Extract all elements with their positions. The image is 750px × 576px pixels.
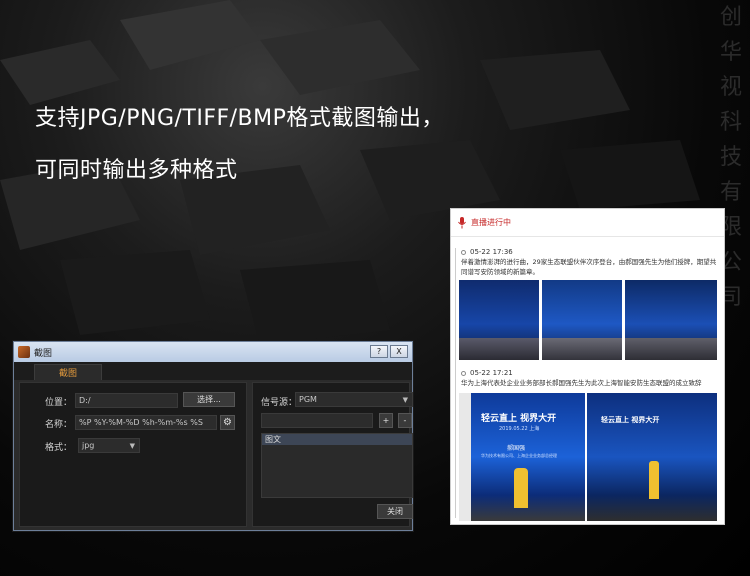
slide-speaker: 郝国强 — [507, 445, 526, 452]
headline: 支持JPG/PNG/TIFF/BMP格式截图输出， 可同时输出多种格式 — [35, 100, 444, 200]
photo-stage-1[interactable] — [459, 280, 539, 360]
speaker-figure-2 — [649, 461, 659, 499]
source-select[interactable]: PGM ▼ — [295, 392, 413, 407]
source-label: 信号源： — [261, 398, 298, 408]
timeline-dot-icon — [461, 249, 466, 255]
settings-pane: 位置： D:/ 选择... 名称： %P %Y-%M-%D %h-%m-%s %… — [19, 382, 247, 527]
remove-button[interactable]: - — [398, 413, 412, 428]
chevron-down-icon: ▼ — [402, 395, 408, 404]
add-button[interactable]: + — [379, 413, 393, 428]
format-value: jpg — [82, 441, 95, 450]
source-name-input[interactable] — [261, 413, 373, 428]
photo-speaker[interactable]: 轻云直上 视界大开 2019.05.22 上海 郝国强 华为技术有限公司、上海企… — [459, 393, 585, 521]
close-window-button[interactable]: X — [390, 345, 408, 358]
slide-date: 2019.05.22 上海 — [499, 426, 540, 432]
name-label: 名称： — [45, 420, 73, 430]
photo-stage-2[interactable] — [542, 280, 622, 360]
vertical-brand-char: 科 — [719, 110, 742, 135]
slide-company: 华为技术有限公司、上海企业业务部总经理 — [481, 453, 557, 458]
name-input[interactable]: %P %Y-%M-%D %h-%m-%s %S — [75, 415, 217, 430]
microphone-icon — [458, 216, 466, 228]
gear-icon: ⚙ — [223, 417, 232, 428]
timeline-line — [455, 248, 456, 518]
photo-stage-3[interactable] — [625, 280, 717, 360]
app-icon — [18, 346, 30, 358]
vertical-brand-char: 技 — [719, 145, 742, 170]
source-value: PGM — [299, 395, 317, 404]
location-label: 位置： — [45, 398, 73, 408]
format-list: 图文 — [261, 433, 413, 498]
settings-gear-button[interactable]: ⚙ — [220, 415, 235, 430]
location-input[interactable]: D:/ — [75, 393, 178, 408]
format-select[interactable]: jpg ▼ — [78, 438, 140, 453]
chevron-down-icon: ▼ — [129, 441, 135, 450]
vertical-brand-char: 华 — [719, 40, 742, 65]
slide-title: 轻云直上 视界大开 — [481, 414, 557, 424]
speaker-figure — [514, 468, 528, 508]
slide2-title: 轻云直上 视界大开 — [601, 416, 660, 424]
entry-1-time-text: 05-22 17:36 — [470, 248, 513, 256]
vertical-brand-char: 视 — [719, 75, 742, 100]
headline-line-2: 可同时输出多种格式 — [35, 158, 238, 183]
screenshot-dialog: 截图 ? X 截图 位置： D:/ 选择... 名称： %P %Y-%M-%D … — [13, 341, 413, 531]
timeline-dot-icon — [461, 370, 466, 376]
tab-screenshot[interactable]: 截图 — [34, 364, 102, 380]
format-label: 格式： — [45, 443, 73, 453]
live-panel: 直播进行中 05-22 17:36 伴着激情澎湃的进行曲，29家生态联盟伙伴次序… — [450, 208, 725, 525]
source-pane: 信号源： PGM ▼ + - 图文 关闭 — [252, 382, 413, 527]
browse-button[interactable]: 选择... — [183, 392, 235, 407]
entry-1-time: 05-22 17:36 — [461, 248, 513, 256]
dialog-title: 截图 — [34, 348, 53, 359]
list-item[interactable]: 图文 — [262, 434, 412, 445]
entry-2-time-text: 05-22 17:21 — [470, 369, 513, 377]
tab-row: 截图 — [14, 362, 412, 380]
photo-speaker-wide[interactable]: 轻云直上 视界大开 — [587, 393, 717, 521]
panel-title: 直播进行中 — [471, 218, 511, 227]
vertical-brand-char: 有 — [719, 180, 742, 205]
vertical-brand-char: 创 — [719, 5, 742, 30]
help-button[interactable]: ? — [370, 345, 388, 358]
entry-1-text: 伴着激情澎湃的进行曲，29家生态联盟伙伴次序登台，由郝国强先生为他们授牌，期望共… — [461, 258, 717, 276]
dialog-titlebar: 截图 ? X — [14, 342, 412, 362]
close-button[interactable]: 关闭 — [377, 504, 413, 519]
panel-header: 直播进行中 — [451, 209, 724, 237]
headline-line-1: 支持JPG/PNG/TIFF/BMP格式截图输出， — [35, 106, 444, 131]
entry-2-text: 华为上海代表处企业业务部部长郝国强先生为此次上海智能安防生态联盟的成立致辞 — [461, 379, 702, 387]
entry-2-time: 05-22 17:21 — [461, 369, 513, 377]
